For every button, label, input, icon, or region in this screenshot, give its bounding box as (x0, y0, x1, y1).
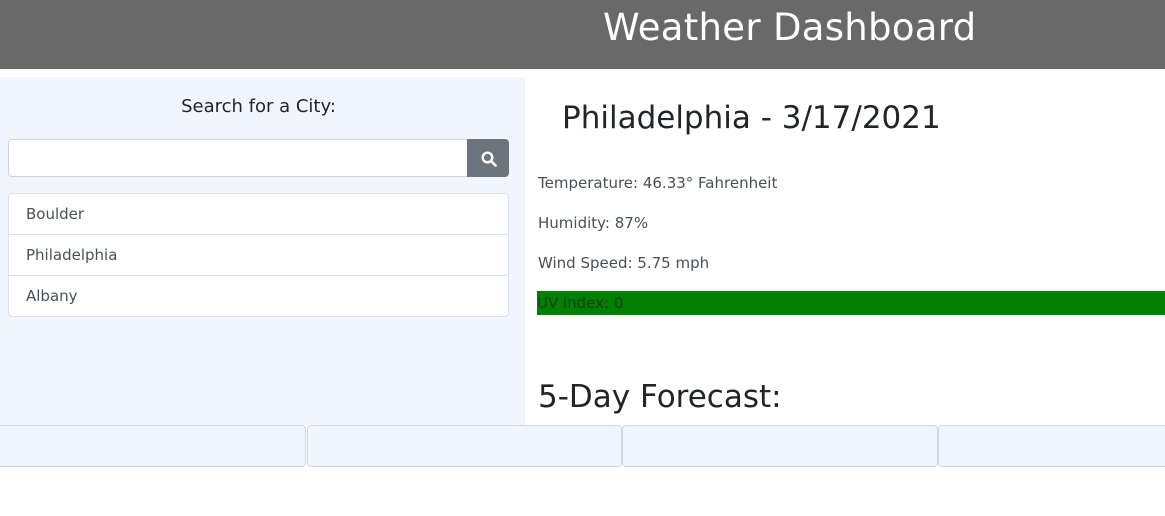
search-button[interactable] (467, 139, 509, 177)
forecast-card (307, 425, 622, 467)
temperature-text: Temperature: 46.33° Fahrenheit (538, 174, 778, 192)
uv-index-badge: UV index: 0 (537, 291, 1165, 315)
search-label: Search for a City: (181, 96, 336, 117)
city-search-input[interactable] (8, 139, 467, 177)
history-item-philadelphia[interactable]: Philadelphia (9, 235, 508, 276)
current-city-title: Philadelphia - 3/17/2021 (562, 100, 941, 136)
forecast-title: 5-Day Forecast: (538, 379, 782, 415)
forecast-card (622, 425, 938, 467)
page-title: Weather Dashboard (603, 6, 977, 49)
history-item-albany[interactable]: Albany (9, 276, 508, 316)
search-icon (481, 151, 497, 167)
forecast-card (0, 425, 306, 467)
header-bar: Weather Dashboard (0, 0, 1165, 69)
forecast-card (938, 425, 1165, 467)
history-item-boulder[interactable]: Boulder (9, 194, 508, 235)
wind-speed-text: Wind Speed: 5.75 mph (538, 254, 710, 272)
humidity-text: Humidity: 87% (538, 214, 649, 232)
search-history-list: Boulder Philadelphia Albany (8, 193, 509, 317)
